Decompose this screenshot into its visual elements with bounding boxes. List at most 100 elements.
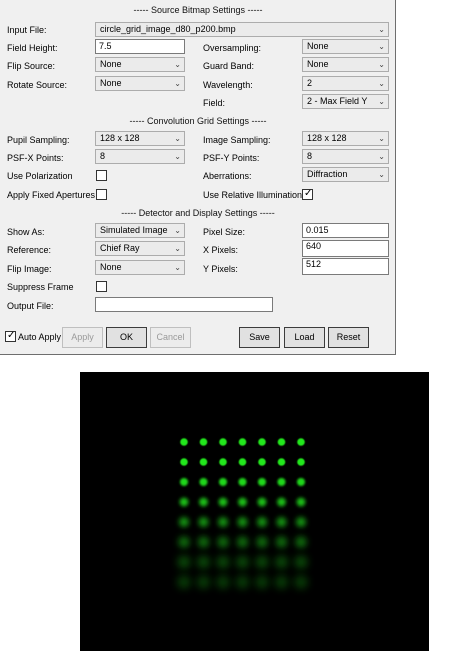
auto-apply-checkbox[interactable]: ✓ [5, 330, 16, 342]
reference-dropdown[interactable]: Chief Ray ⌄ [95, 241, 185, 256]
output-file-input[interactable] [95, 297, 273, 312]
output-file-label: Output File: [7, 301, 54, 311]
field-height-input[interactable]: 7.5 [95, 39, 185, 54]
image-spot [296, 497, 306, 507]
image-spot [276, 517, 287, 527]
psf-x-points-label: PSF-X Points: [7, 153, 64, 163]
image-spot [258, 458, 266, 466]
checkmark-icon: ✓ [7, 330, 16, 341]
auto-apply-label: Auto Apply [18, 332, 62, 342]
image-spot [180, 458, 188, 466]
x-pixels-input[interactable]: 640 [302, 240, 389, 257]
image-spot [237, 517, 248, 527]
pupil-sampling-value: 128 x 128 [100, 133, 140, 143]
simulated-image-panel [80, 372, 429, 651]
chevron-down-icon: ⌄ [378, 79, 385, 88]
image-spot [198, 536, 209, 548]
section-header-source-bitmap: ----- Source Bitmap Settings ----- [133, 5, 263, 15]
use-polarization-label: Use Polarization [7, 171, 73, 181]
rotate-source-label: Rotate Source: [7, 80, 68, 90]
use-relative-illumination-label: Use Relative Illumination [203, 190, 303, 200]
psf-y-points-dropdown[interactable]: 8 ⌄ [302, 149, 389, 164]
image-spot [238, 497, 247, 507]
image-spot [256, 536, 268, 548]
input-file-dropdown[interactable]: circle_grid_image_d80_p200.bmp ⌄ [95, 22, 389, 37]
image-spot [178, 556, 190, 568]
ok-button[interactable]: OK [106, 327, 147, 348]
save-button[interactable]: Save [239, 327, 280, 348]
image-spot [295, 536, 307, 548]
image-spot [297, 458, 305, 466]
image-spot [255, 575, 269, 589]
image-sampling-dropdown[interactable]: 128 x 128 ⌄ [302, 131, 389, 146]
image-spot [218, 477, 228, 487]
cancel-button[interactable]: Cancel [150, 327, 191, 348]
image-spot [277, 438, 286, 446]
section-header-convolution-grid: ----- Convolution Grid Settings ----- [129, 116, 267, 126]
chevron-down-icon: ⌄ [378, 60, 385, 69]
image-spot [216, 575, 230, 589]
image-spot [199, 458, 208, 466]
chevron-down-icon: ⌄ [174, 152, 181, 161]
chevron-down-icon: ⌄ [174, 60, 181, 69]
chevron-down-icon: ⌄ [174, 79, 181, 88]
chevron-down-icon: ⌄ [378, 134, 385, 143]
image-spot [258, 438, 266, 446]
image-spot [257, 517, 267, 527]
rotate-source-dropdown[interactable]: None ⌄ [95, 76, 185, 91]
psf-x-points-dropdown[interactable]: 8 ⌄ [95, 149, 185, 164]
chevron-down-icon: ⌄ [378, 42, 385, 51]
suppress-frame-label: Suppress Frame [7, 282, 74, 292]
field-dropdown[interactable]: 2 - Max Field Y ⌄ [302, 94, 389, 109]
show-as-label: Show As: [7, 227, 45, 237]
image-spot [238, 438, 247, 446]
reference-value: Chief Ray [100, 243, 140, 253]
oversampling-dropdown[interactable]: None ⌄ [302, 39, 389, 54]
apply-button[interactable]: Apply [62, 327, 103, 348]
section-header-detector-display: ----- Detector and Display Settings ----… [121, 208, 275, 218]
flip-image-dropdown[interactable]: None ⌄ [95, 260, 185, 275]
flip-source-dropdown[interactable]: None ⌄ [95, 57, 185, 72]
image-spot [217, 536, 229, 548]
field-height-label: Field Height: [7, 43, 58, 53]
guard-band-label: Guard Band: [203, 61, 255, 71]
image-spot [218, 517, 228, 527]
chevron-down-icon: ⌄ [174, 244, 181, 253]
image-spot [217, 556, 229, 568]
image-sampling-value: 128 x 128 [307, 133, 347, 143]
load-button[interactable]: Load [284, 327, 325, 348]
aberrations-dropdown[interactable]: Diffraction ⌄ [302, 167, 389, 182]
suppress-frame-checkbox[interactable] [96, 281, 107, 292]
image-spot [277, 497, 286, 507]
chevron-down-icon: ⌄ [378, 25, 385, 34]
image-spot [237, 536, 248, 548]
image-spot [276, 536, 287, 548]
image-spot [178, 536, 190, 548]
image-spot [197, 575, 210, 589]
x-pixels-label: X Pixels: [203, 245, 239, 255]
flip-image-value: None [100, 262, 122, 272]
image-spot [238, 458, 247, 466]
rotate-source-value: None [100, 78, 122, 88]
y-pixels-input[interactable]: 512 [302, 258, 389, 275]
use-relative-illumination-checkbox[interactable]: ✓ [302, 188, 313, 200]
apply-fixed-apertures-checkbox[interactable] [96, 189, 107, 200]
pixel-size-input[interactable]: 0.015 [302, 223, 389, 238]
chevron-down-icon: ⌄ [378, 152, 385, 161]
input-file-label: Input File: [7, 25, 47, 35]
show-as-dropdown[interactable]: Simulated Image ⌄ [95, 223, 185, 238]
pupil-sampling-label: Pupil Sampling: [7, 135, 70, 145]
wavelength-dropdown[interactable]: 2 ⌄ [302, 76, 389, 91]
input-file-value: circle_grid_image_d80_p200.bmp [100, 24, 236, 34]
image-spot [219, 438, 227, 446]
flip-source-value: None [100, 59, 122, 69]
flip-image-label: Flip Image: [7, 264, 52, 274]
pixel-size-label: Pixel Size: [203, 227, 246, 237]
pupil-sampling-dropdown[interactable]: 128 x 128 ⌄ [95, 131, 185, 146]
image-spot [199, 497, 208, 507]
guard-band-dropdown[interactable]: None ⌄ [302, 57, 389, 72]
use-polarization-checkbox[interactable] [96, 170, 107, 181]
image-spot [256, 556, 268, 568]
aberrations-value: Diffraction [307, 169, 348, 179]
reset-button[interactable]: Reset [328, 327, 369, 348]
